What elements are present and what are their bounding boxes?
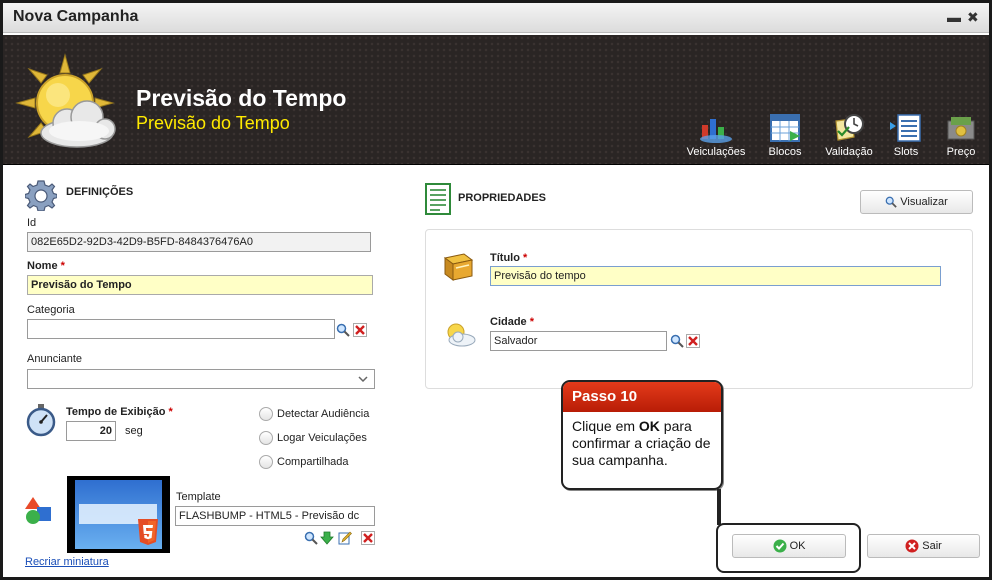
search-icon[interactable] <box>336 323 350 337</box>
download-icon[interactable] <box>320 531 334 545</box>
cidade-field[interactable]: Salvador <box>490 331 667 351</box>
tempo-field[interactable]: 20 <box>66 421 116 441</box>
toolbar-blocos-button[interactable]: Blocos <box>752 113 818 163</box>
toolbar-label: Blocos <box>768 146 802 158</box>
weather-city-icon <box>447 323 476 347</box>
toolbar-label: Preço <box>946 146 976 158</box>
tutorial-callout: Passo 10 Clique em OK para confirmar a c… <box>561 380 723 490</box>
tempo-label: Tempo de Exibição * <box>66 406 173 418</box>
checkbox[interactable] <box>259 431 273 445</box>
checkbox[interactable] <box>259 455 273 469</box>
titulo-field[interactable]: Previsão do tempo <box>490 266 941 286</box>
document-list-icon <box>425 183 451 215</box>
callout-heading: Passo 10 <box>563 382 721 412</box>
template-field[interactable]: FLASHBUMP - HTML5 - Previsão dc <box>175 506 375 526</box>
toolbar-veiculacoes-button[interactable]: Veiculações <box>683 113 749 163</box>
checkbox[interactable] <box>259 407 273 421</box>
tempo-unit: seg <box>125 425 143 437</box>
exit-button[interactable]: Sair <box>867 534 980 558</box>
titulo-label: Título * <box>490 252 528 264</box>
html5-logo-icon <box>138 519 158 545</box>
stopwatch-icon <box>26 404 56 437</box>
edit-icon[interactable] <box>338 531 352 545</box>
cidade-label: Cidade * <box>490 316 535 328</box>
clear-icon[interactable] <box>361 531 375 545</box>
toolbar-label: Veiculações <box>686 146 746 158</box>
categoria-field[interactable] <box>27 319 335 339</box>
ok-button[interactable]: OK <box>732 534 846 558</box>
campaign-header: Previsão do Tempo Previsão do Tempo Veic… <box>3 35 989 165</box>
id-field[interactable]: 082E65D2-92D3-42D9-B5FD-8484376476A0 <box>27 232 371 252</box>
callout-body: Clique em OK para confirmar a criação de… <box>572 418 711 468</box>
anunciante-select[interactable] <box>27 369 375 389</box>
book-icon <box>443 253 474 281</box>
close-button[interactable]: ✖ <box>967 9 979 26</box>
nome-label: Nome * <box>27 260 65 272</box>
window-title: Nova Campanha <box>13 8 139 25</box>
chevron-down-icon[interactable] <box>358 375 368 383</box>
properties-panel: Título * Previsão do tempo Cidade * Salv… <box>425 229 973 389</box>
propriedades-heading: PROPRIEDADES <box>458 192 547 204</box>
search-icon[interactable] <box>670 334 684 348</box>
clear-icon[interactable] <box>353 323 367 337</box>
campaign-title: Previsão do Tempo <box>136 85 347 111</box>
shapes-icon <box>25 497 51 524</box>
preview-button[interactable]: Visualizar <box>860 190 973 214</box>
template-thumbnail[interactable] <box>67 476 170 553</box>
callout-pointer <box>717 489 721 525</box>
toolbar-preco-button[interactable]: Preço <box>928 113 992 163</box>
gear-icon <box>25 180 57 211</box>
slots-list-icon <box>890 114 921 142</box>
calendar-grid-icon <box>770 114 800 142</box>
search-icon <box>885 196 897 208</box>
campaign-subtitle: Previsão do Tempo <box>136 113 290 133</box>
search-icon[interactable] <box>304 531 318 545</box>
nome-field[interactable]: Previsão do Tempo <box>27 275 373 295</box>
cancel-icon <box>905 539 919 553</box>
definicoes-heading: DEFINIÇÕES <box>66 186 134 198</box>
template-label: Template <box>176 491 221 503</box>
recreate-thumbnail-link[interactable]: Recriar miniatura <box>25 556 109 568</box>
money-icon <box>947 117 975 140</box>
title-bar: Nova Campanha ▬ ✖ <box>3 3 989 33</box>
anunciante-label: Anunciante <box>27 353 83 365</box>
check-icon <box>773 539 787 553</box>
id-label: Id <box>27 217 37 229</box>
clear-icon[interactable] <box>686 334 700 348</box>
clock-check-icon <box>835 114 864 141</box>
chart-icon <box>700 119 732 143</box>
categoria-label: Categoria <box>27 304 75 316</box>
campaign-window: Nova Campanha ▬ ✖ Previsão do Tempo Prev… <box>0 0 992 580</box>
minimize-button[interactable]: ▬ <box>947 9 961 25</box>
weather-sun-cloud-icon <box>15 53 116 148</box>
